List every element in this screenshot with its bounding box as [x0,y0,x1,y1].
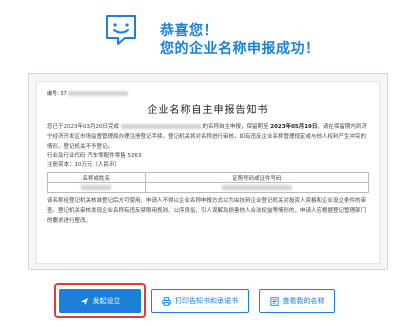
table-header-id: 证照号码或证件号码 [144,172,370,183]
code-value: 37 [60,91,67,97]
notice-paragraph-2: 该名称经登记机关核准登记后方可使用。申请人不得以企业名称申报方式以为由抗辩企业登… [47,198,367,224]
smile-chat-icon [106,15,136,45]
industry-row: 行业及行业代码 汽车零配件零售 5263 [47,153,142,159]
print-notice-button[interactable]: 打印告知书和承诺书 [151,289,249,313]
success-title-line2: 您的企业名称申报成功！ [160,41,320,57]
redacted-code [68,91,129,96]
redacted-company-name [120,124,201,129]
investor-table: 名称或姓名 证照号码或证件号码 [47,172,370,193]
notice-document: 编号: 37 企业名称自主申报告知书 您已于2023年03月20日完成 的名称自… [36,81,380,264]
printer-icon [162,296,171,306]
table-row [47,182,370,193]
notice-paragraph-1: 您已于2023年03月20日完成 的名称自主申报，保留期至 2023年05月19… [47,124,367,150]
view-my-name-button[interactable]: 查看我的名称 [259,289,335,313]
start-setup-label: 发起设立 [92,297,121,305]
view-my-name-label: 查看我的名称 [282,297,325,305]
redacted-investor-name [81,184,112,190]
notice-card: 编号: 37 企业名称自主申报告知书 您已于2023年03月20日完成 的名称自… [28,73,388,270]
capital-row: 注册资本：10万元（人民币） [47,162,120,168]
start-setup-button[interactable]: 发起设立 [59,289,141,313]
print-notice-label: 打印告知书和承诺书 [175,297,238,305]
success-title-line1: 恭喜您！ [160,23,218,39]
notice-title: 企业名称自主申报告知书 [147,105,269,116]
notice-code: 编号: 37 [47,90,369,98]
table-header-name: 名称或姓名 [47,172,146,183]
document-icon [269,296,279,306]
send-icon [80,297,88,305]
code-label: 编号: [47,91,59,97]
redacted-investor-id [221,184,292,190]
success-header: 恭喜您！ 您的企业名称申报成功！ [0,0,413,62]
